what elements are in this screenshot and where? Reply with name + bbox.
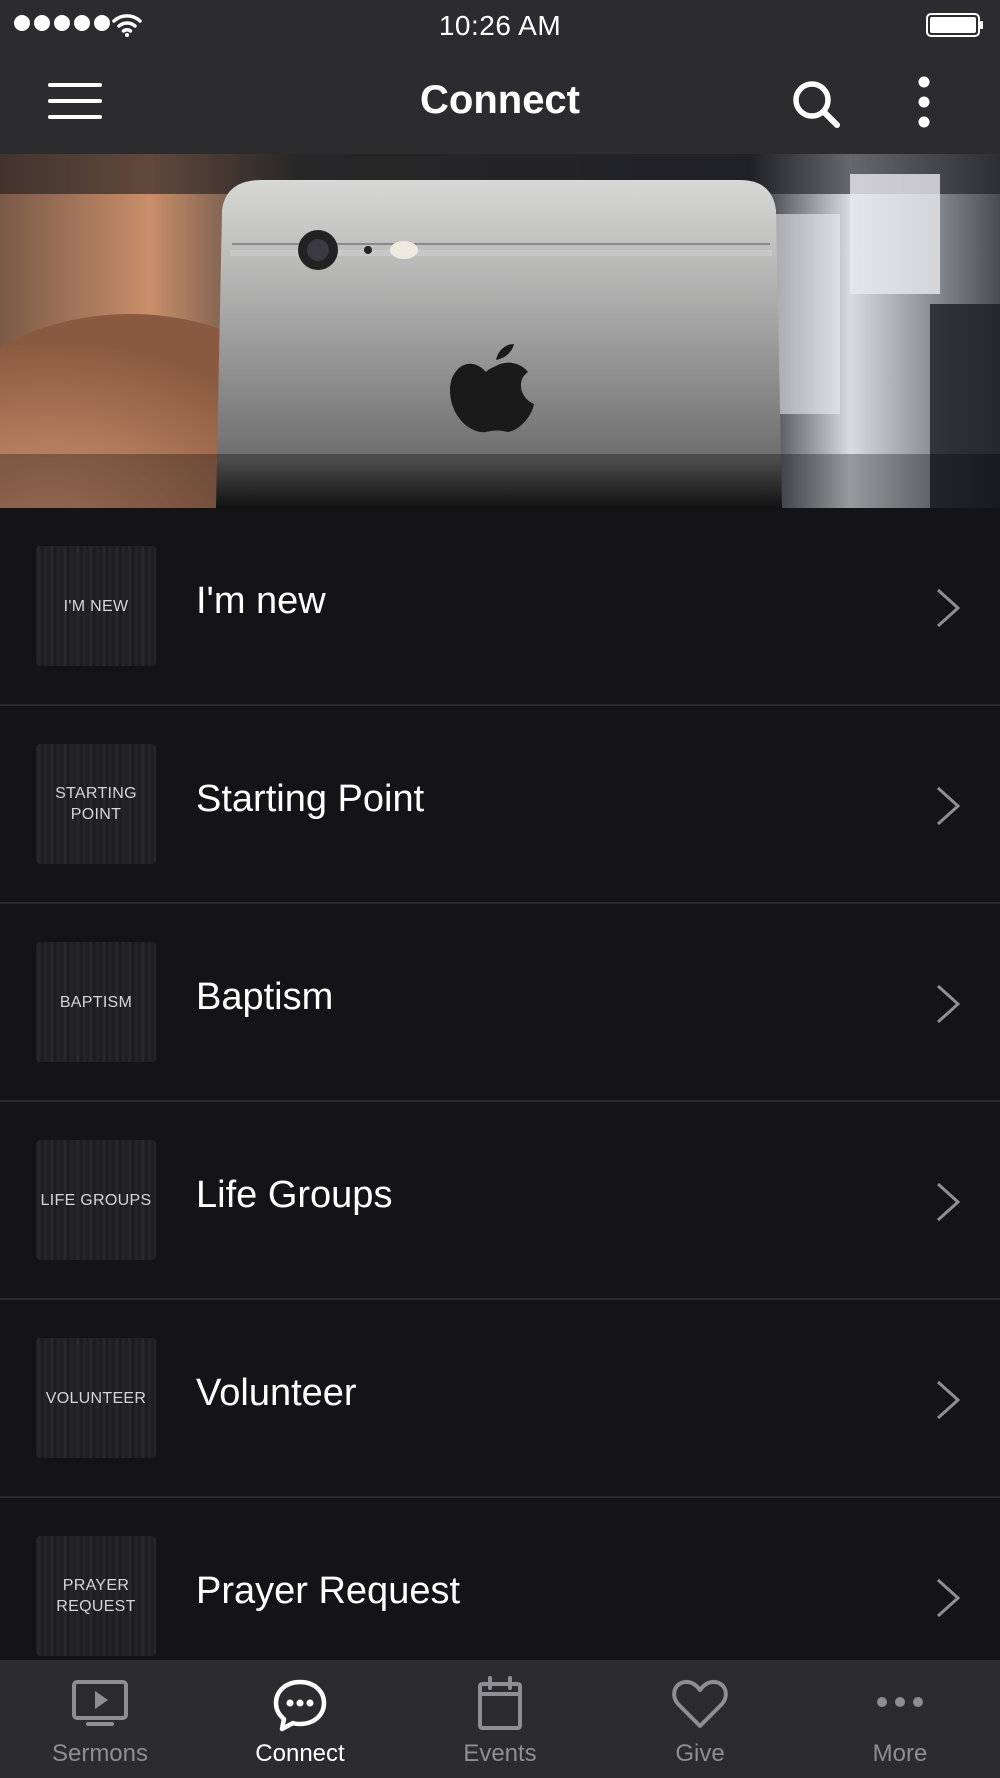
list-item-volunteer[interactable]: VOLUNTEER Volunteer <box>0 1300 1000 1498</box>
list-item-thumbnail: I'M NEW <box>36 546 156 666</box>
connect-list: I'M NEW I'm new STARTING POINT Starting … <box>0 508 1000 1696</box>
nav-bar: Connect <box>0 50 1000 154</box>
list-item-starting-point[interactable]: STARTING POINT Starting Point <box>0 706 1000 904</box>
list-item-thumbnail: LIFE GROUPS <box>36 1140 156 1260</box>
chevron-right-icon <box>936 1380 961 1420</box>
tab-label: Sermons <box>51 1740 149 1767</box>
thumbnail-text: I'M NEW <box>63 597 129 615</box>
list-item-thumbnail: PRAYER REQUEST <box>36 1536 156 1656</box>
chevron-right-icon <box>936 1182 961 1222</box>
thumbnail-text: BAPTISM <box>59 993 133 1011</box>
hero-image <box>0 154 1000 508</box>
chevron-right-icon <box>936 588 961 628</box>
status-bar: 10:26 AM <box>0 0 1000 50</box>
tv-play-icon <box>72 1680 128 1726</box>
tab-label: Connect <box>255 1740 345 1767</box>
more-dots-icon <box>877 1697 923 1707</box>
chevron-right-icon <box>936 1578 961 1618</box>
status-time: 10:26 AM <box>438 10 562 41</box>
tab-sermons[interactable]: Sermons <box>0 1660 200 1778</box>
tab-more[interactable]: More <box>800 1660 1000 1778</box>
tab-label: More <box>872 1740 928 1767</box>
list-item-thumbnail: BAPTISM <box>36 942 156 1062</box>
tab-give[interactable]: Give <box>600 1660 800 1778</box>
tab-label: Events <box>463 1740 537 1767</box>
list-item-label: Baptism <box>196 976 334 1018</box>
tab-label: Give <box>675 1740 725 1767</box>
thumbnail-text: LIFE GROUPS <box>40 1191 152 1209</box>
more-vertical-icon[interactable] <box>912 75 936 129</box>
list-item-thumbnail: VOLUNTEER <box>36 1338 156 1458</box>
search-icon[interactable] <box>790 78 842 130</box>
list-item-label: Volunteer <box>196 1372 357 1414</box>
menu-icon[interactable] <box>48 83 102 119</box>
list-item-label: Life Groups <box>196 1174 393 1216</box>
battery-icon <box>926 13 983 37</box>
thumbnail-text: VOLUNTEER <box>45 1389 147 1407</box>
thumbnail-text: PRAYER REQUEST <box>56 1577 136 1615</box>
tab-bar: Sermons Connect Events Give More <box>0 1660 1000 1778</box>
list-item-im-new[interactable]: I'M NEW I'm new <box>0 508 1000 706</box>
list-item-label: Starting Point <box>196 778 425 820</box>
list-item-label: I'm new <box>196 580 326 622</box>
thumbnail-text: STARTING POINT <box>55 785 137 823</box>
page-title: Connect <box>420 78 580 122</box>
list-item-baptism[interactable]: BAPTISM Baptism <box>0 904 1000 1102</box>
list-item-life-groups[interactable]: LIFE GROUPS Life Groups <box>0 1102 1000 1300</box>
list-item-label: Prayer Request <box>196 1570 461 1612</box>
heart-icon <box>672 1679 728 1728</box>
chevron-right-icon <box>936 984 961 1024</box>
tab-connect[interactable]: Connect <box>200 1660 400 1778</box>
tab-events[interactable]: Events <box>400 1660 600 1778</box>
chevron-right-icon <box>936 786 961 826</box>
chat-bubble-icon <box>273 1679 327 1732</box>
calendar-icon <box>478 1676 522 1730</box>
list-item-thumbnail: STARTING POINT <box>36 744 156 864</box>
